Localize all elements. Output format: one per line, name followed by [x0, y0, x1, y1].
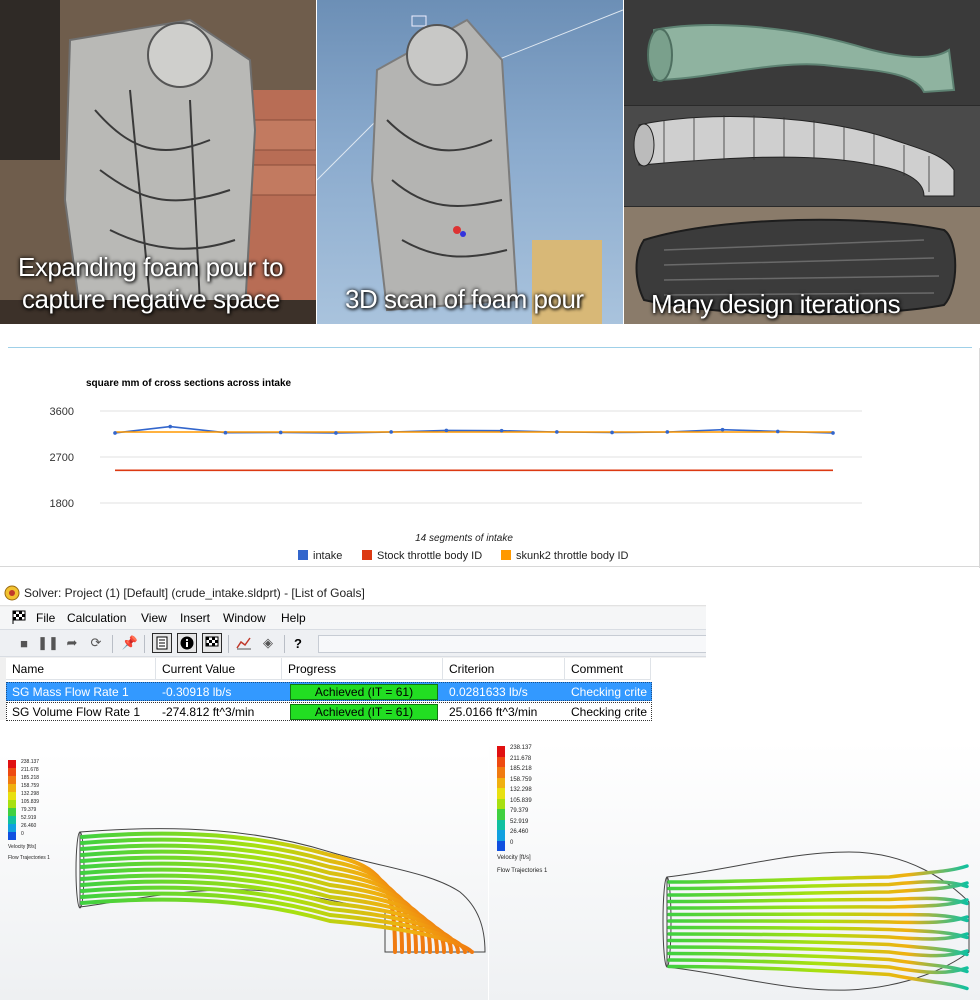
flow-trajectories-top-view	[662, 851, 970, 991]
menu-help[interactable]: Help	[281, 611, 306, 625]
foam-caption-line1: Expanding foam pour to	[18, 252, 284, 282]
flow-trajectory	[667, 915, 969, 925]
toolbar-separator	[144, 635, 145, 653]
data-point	[610, 430, 614, 435]
plot-icon[interactable]	[234, 633, 254, 653]
data-point	[334, 431, 338, 435]
pin-icon[interactable]: 📌	[120, 633, 140, 653]
menu-window[interactable]: Window	[223, 611, 266, 625]
goal-name: SG Mass Flow Rate 1	[12, 685, 129, 699]
goal-criterion: 0.0281633 lb/s	[449, 685, 528, 699]
data-point	[555, 430, 559, 434]
data-point	[499, 428, 504, 433]
toolbar-empty-area	[318, 635, 706, 653]
chart-title: square mm of cross sections across intak…	[86, 378, 292, 389]
menu-file[interactable]: File	[36, 611, 55, 625]
goal-current-value: -0.30918 lb/s	[162, 685, 232, 699]
chart-canvas: square mm of cross sections across intak…	[50, 378, 862, 562]
solver-toolbar: ■ ❚❚ ➦ ⟳ 📌 ◈ ?	[0, 629, 706, 657]
column-header-comment[interactable]: Comment	[565, 658, 651, 680]
3d-scan-illustration	[317, 9, 623, 324]
y-tick-label: 2700	[50, 452, 74, 464]
chart-y-tick-labels: 1800 2700 3600	[50, 406, 74, 510]
data-point	[389, 430, 393, 434]
chart-legend: intake Stock throttle body ID skunk2 throt…	[298, 550, 629, 562]
goal-comment: Checking crite	[571, 705, 648, 719]
data-point	[168, 424, 173, 429]
legend-swatch	[501, 550, 511, 560]
3d-scan-photo: 3D scan of foam pour	[317, 0, 623, 324]
menu-bar: File Calculation View Insert Window Help	[0, 607, 706, 629]
toolbar-separator	[228, 635, 229, 653]
data-point	[665, 430, 670, 434]
legend-swatch	[362, 550, 372, 560]
data-point	[278, 430, 283, 435]
checkered-flag-icon	[12, 610, 26, 624]
chart-gridlines	[100, 410, 862, 504]
goal-comment: Checking crite	[571, 685, 648, 699]
goals-flag-icon[interactable]	[202, 633, 222, 653]
data-point	[223, 430, 228, 435]
goal-current-value: -274.812 ft^3/min	[162, 705, 255, 719]
goal-name: SG Volume Flow Rate 1	[12, 705, 141, 719]
y-tick-label: 3600	[50, 406, 74, 418]
legend-label: Stock throttle body ID	[377, 550, 482, 562]
toolbar-separator	[112, 635, 113, 653]
design-iterations-collage	[624, 0, 980, 324]
chart-x-axis-label: 14 segments of intake	[415, 533, 513, 544]
insert-icon[interactable]: ➦	[62, 633, 82, 653]
scan-caption: 3D scan of foam pour	[345, 284, 584, 314]
column-header-name[interactable]: Name	[6, 658, 156, 680]
solver-titlebar[interactable]: Solver: Project (1) [Default] (crude_int…	[0, 580, 706, 606]
info-icon[interactable]	[177, 633, 197, 653]
menu-calculation[interactable]: Calculation	[67, 611, 126, 625]
data-point	[113, 431, 117, 435]
data-point	[444, 428, 449, 433]
legend-label: intake	[313, 550, 342, 562]
refresh-icon[interactable]: ⟳	[86, 633, 106, 653]
column-header-criterion[interactable]: Criterion	[443, 658, 565, 680]
data-point	[720, 427, 725, 432]
document-icon[interactable]	[152, 633, 172, 653]
data-point	[831, 431, 835, 435]
foam-pour-photo: Expanding foam pour to capture negative …	[0, 0, 316, 324]
flow-trajectory	[667, 932, 969, 941]
menu-view[interactable]: View	[141, 611, 167, 625]
table-row[interactable]: SG Mass Flow Rate 1 -0.30918 lb/s Achiev…	[6, 682, 652, 701]
cfd-side-view-panel: 238.137 211.678 185.218 158.759 132.298 105.8…	[0, 752, 488, 1000]
foam-caption-line2: capture negative space	[22, 284, 280, 314]
legend-swatch	[298, 550, 308, 560]
solver-title: Solver: Project (1) [Default] (crude_int…	[24, 586, 365, 600]
y-tick-label: 1800	[50, 498, 74, 510]
cross-section-chart: square mm of cross sections across intak…	[0, 326, 980, 568]
toolbar-separator	[284, 635, 285, 653]
column-header-current-value[interactable]: Current Value	[156, 658, 282, 680]
goal-criterion: 25.0166 ft^3/min	[449, 705, 538, 719]
chart-series-lines	[114, 425, 834, 472]
flow-trajectory	[667, 964, 969, 991]
flow-trajectories-side-view	[75, 828, 486, 955]
solver-window: Solver: Project (1) [Default] (crude_int…	[0, 580, 706, 721]
legend-label: skunk2 throttle body ID	[516, 550, 629, 562]
design-iterations-photo: Many design iterations	[624, 0, 980, 324]
pause-icon[interactable]: ❚❚	[37, 633, 59, 653]
column-header-progress[interactable]: Progress	[282, 658, 443, 680]
help-icon[interactable]: ?	[288, 633, 308, 653]
table-row[interactable]: SG Volume Flow Rate 1 -274.812 ft^3/min …	[6, 702, 652, 721]
solver-app-icon	[4, 585, 20, 601]
cfd-top-view-panel: 238.137 211.678 185.218 158.759 132.298 105.8…	[489, 742, 980, 1000]
menu-insert[interactable]: Insert	[180, 611, 210, 625]
data-point	[775, 429, 780, 434]
settings-icon[interactable]: ◈	[258, 633, 278, 653]
goals-table: Name Current Value Progress Criterion Co…	[6, 658, 706, 721]
goal-progress-bar: Achieved (IT = 61)	[290, 704, 438, 720]
flow-trajectory	[667, 896, 969, 906]
iterations-caption: Many design iterations	[651, 289, 901, 319]
goal-progress-bar: Achieved (IT = 61)	[290, 684, 438, 700]
stop-icon[interactable]: ■	[14, 633, 34, 653]
